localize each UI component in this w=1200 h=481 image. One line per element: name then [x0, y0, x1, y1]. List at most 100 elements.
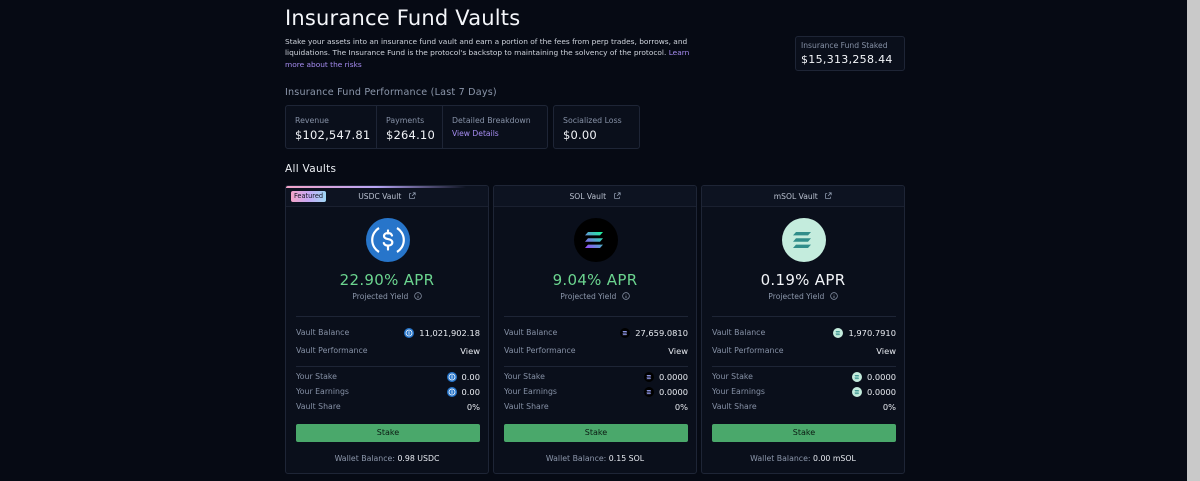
your-stake-row: Your Stake 0.0000 [504, 371, 688, 383]
stake-button[interactable]: Stake [296, 424, 480, 442]
payments-stat: Payments $264.10 [377, 106, 442, 148]
your-stake-label: Your Stake [296, 372, 337, 381]
projected-yield-label: Projected Yield [352, 292, 409, 301]
vault-balance-label: Vault Balance [504, 328, 558, 337]
wallet-balance: Wallet Balance: 0.15 SOL [494, 454, 696, 463]
vault-share-row: Vault Share 0% [504, 401, 688, 413]
socialized-loss-value: $0.00 [563, 128, 597, 142]
vault-balance-label: Vault Balance [712, 328, 766, 337]
wallet-balance: Wallet Balance: 0.98 USDC [286, 454, 488, 463]
socialized-loss-stat: Socialized Loss $0.00 [554, 106, 639, 148]
vault-header: Featured USDC Vault [286, 186, 488, 207]
vault-performance-label: Vault Performance [504, 346, 576, 355]
vault-name: mSOL Vault [773, 192, 818, 201]
external-link-icon[interactable] [613, 192, 621, 200]
intro-text: Stake your assets into an insurance fund… [285, 37, 688, 58]
vault-balance-label: Vault Balance [296, 328, 350, 337]
wallet-balance-value: 0.15 SOL [608, 454, 645, 463]
info-icon[interactable] [621, 292, 630, 300]
projected-yield: Projected Yield [494, 292, 696, 301]
vault-share-value: 0% [674, 402, 688, 412]
socialized-loss-label: Socialized Loss [563, 116, 622, 125]
divider [296, 366, 480, 367]
view-details-link[interactable]: View Details [452, 129, 547, 138]
sol-icon [574, 218, 618, 262]
your-stake-row: Your Stake 0.00 [296, 371, 480, 383]
your-earnings-label: Your Earnings [712, 387, 765, 396]
sol-icon [620, 328, 631, 338]
usdc-icon [366, 218, 410, 262]
wallet-balance-value: 0.00 mSOL [813, 454, 856, 463]
vault-performance-label: Vault Performance [712, 346, 784, 355]
vault-balance-value: 1,970.7910 [833, 327, 896, 339]
vault-card-msol: mSOL Vault 0.19% APR Projected Yield Vau… [701, 185, 905, 474]
all-vaults-title: All Vaults [285, 163, 337, 175]
vault-balance-row: Vault Balance 11,021,902.18 [296, 327, 480, 339]
projected-yield: Projected Yield [286, 292, 488, 301]
insurance-fund-page: Insurance Fund Vaults Stake your assets … [285, 0, 905, 481]
vault-share-row: Vault Share 0% [296, 401, 480, 413]
your-earnings-value: 0.0000 [643, 386, 688, 398]
apr-value: 0.19% APR [760, 271, 846, 289]
your-earnings-value: 0.00 [446, 386, 480, 398]
info-icon[interactable] [829, 292, 838, 300]
external-link-icon[interactable] [824, 192, 832, 200]
vault-share-value: 0% [882, 402, 896, 412]
msol-icon [851, 372, 862, 382]
vault-card-sol: SOL Vault 9.04% APR Projected Yield Vaul… [493, 185, 697, 474]
your-stake-value: 0.0000 [643, 371, 688, 383]
wallet-balance-label: Wallet Balance: [334, 454, 395, 463]
your-earnings-row: Your Earnings 0.00 [296, 386, 480, 398]
your-earnings-value: 0.0000 [851, 386, 896, 398]
msol-icon [833, 328, 844, 338]
breakdown-stat: Detailed Breakdown View Details [443, 106, 547, 148]
featured-accent-bar [286, 186, 466, 188]
your-stake-value: 0.0000 [851, 371, 896, 383]
projected-yield-label: Projected Yield [768, 292, 825, 301]
your-stake-row: Your Stake 0.0000 [712, 371, 896, 383]
revenue-label: Revenue [295, 116, 329, 125]
vault-performance-row: Vault Performance View [296, 345, 480, 357]
wallet-balance-label: Wallet Balance: [545, 454, 607, 463]
info-icon[interactable] [413, 292, 422, 300]
vault-performance-view-link[interactable]: View [876, 345, 896, 357]
usdc-icon [446, 372, 457, 382]
vault-performance-view-link[interactable]: View [668, 345, 688, 357]
stake-button[interactable]: Stake [504, 424, 688, 442]
projected-yield-label: Projected Yield [560, 292, 617, 301]
apr-value: 22.90% APR [339, 271, 435, 289]
socialized-loss-card: Socialized Loss $0.00 [553, 105, 640, 149]
vault-name: USDC Vault [358, 192, 402, 201]
divider [712, 366, 896, 367]
external-link-icon[interactable] [408, 192, 416, 200]
stake-button[interactable]: Stake [712, 424, 896, 442]
divider [296, 316, 480, 317]
fund-staked-value: $15,313,258.44 [801, 53, 893, 66]
vault-share-label: Vault Share [296, 402, 341, 411]
your-stake-label: Your Stake [712, 372, 753, 381]
payments-value: $264.10 [386, 128, 435, 142]
msol-icon [851, 387, 862, 397]
vault-header: SOL Vault [494, 186, 696, 207]
divider [504, 316, 688, 317]
vault-balance-value: 27,659.0810 [620, 327, 688, 339]
vault-share-label: Vault Share [504, 402, 549, 411]
your-stake-label: Your Stake [504, 372, 545, 381]
vault-performance-row: Vault Performance View [712, 345, 896, 357]
your-stake-value: 0.00 [446, 371, 480, 383]
revenue-stat: Revenue $102,547.81 [286, 106, 376, 148]
vault-header: mSOL Vault [702, 186, 904, 207]
vault-share-row: Vault Share 0% [712, 401, 896, 413]
scrollbar-track[interactable] [1187, 0, 1200, 481]
divider [712, 316, 896, 317]
vault-performance-view-link[interactable]: View [460, 345, 480, 357]
fund-staked-card: Insurance Fund Staked $15,313,258.44 [795, 36, 905, 71]
your-earnings-label: Your Earnings [504, 387, 557, 396]
vault-balance-row: Vault Balance 1,970.7910 [712, 327, 896, 339]
vault-share-label: Vault Share [712, 402, 757, 411]
wallet-balance-label: Wallet Balance: [750, 454, 811, 463]
revenue-value: $102,547.81 [295, 128, 371, 142]
vault-balance-value: 11,021,902.18 [404, 327, 480, 339]
intro-paragraph: Stake your assets into an insurance fund… [285, 36, 705, 70]
fund-staked-label: Insurance Fund Staked [801, 41, 888, 50]
